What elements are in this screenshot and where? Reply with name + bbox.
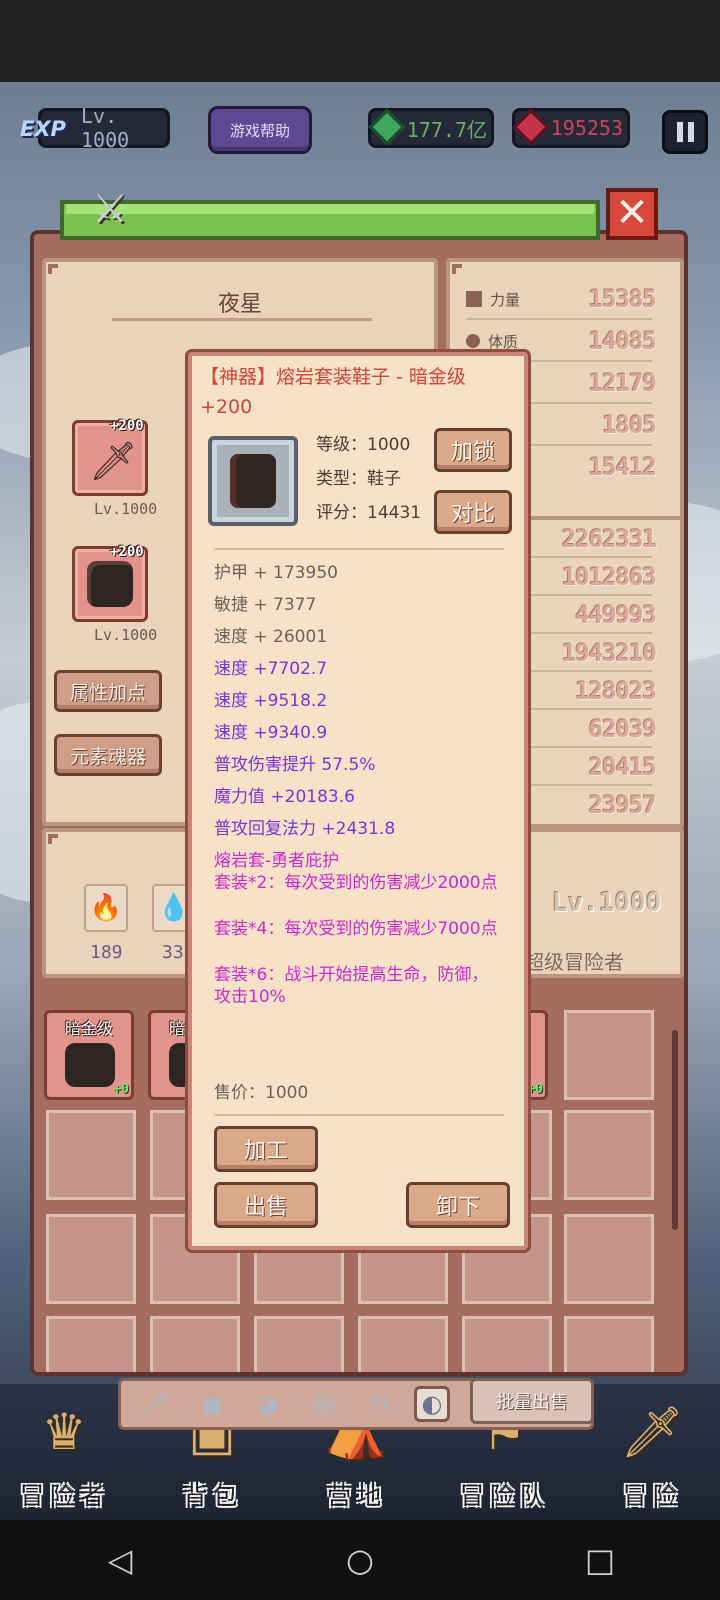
item-icon-frame — [208, 436, 298, 526]
weapon-plus-badge: +200 — [110, 418, 144, 434]
heart-icon — [466, 334, 480, 348]
water-count: 33 — [162, 942, 184, 963]
lava-boots-icon — [230, 454, 276, 508]
inventory-empty-slot[interactable] — [564, 1010, 654, 1100]
close-button[interactable]: ✕ — [606, 188, 658, 240]
inventory-scrollbar[interactable] — [672, 1030, 678, 1230]
element-soul-button[interactable]: 元素魂器 — [54, 734, 162, 776]
gloves-plus-badge: +200 — [110, 544, 144, 560]
hero-rank-title: 超级冒险者 — [524, 950, 624, 974]
weapon-level: Lv.1000 — [94, 500, 158, 518]
pants-tab-icon[interactable]: ⊓ — [362, 1386, 398, 1422]
item-level: 等级：1000 — [316, 435, 411, 455]
bonus-attr: 速度 +9340.9 — [214, 723, 328, 743]
nav-adventure[interactable]: 🗡 冒险 — [598, 1392, 708, 1520]
fire-icon[interactable]: 🔥 — [84, 884, 128, 932]
red-currency-value: 195253 — [550, 116, 623, 140]
back-icon[interactable]: ◁ — [90, 1541, 150, 1579]
craft-button[interactable]: 加工 — [214, 1126, 318, 1172]
armor-tab-icon[interactable]: ▤ — [306, 1386, 342, 1422]
exp-badge: EXP — [20, 117, 66, 141]
set-name: 熔岩套-勇者庇护 — [214, 851, 340, 871]
stat-value: 1805 — [602, 411, 657, 439]
crossed-swords-icon: ⚔ — [92, 186, 128, 232]
stat-value: 12179 — [588, 369, 657, 397]
hero-name: 夜星 — [217, 292, 262, 317]
gloves-level: Lv.1000 — [94, 626, 158, 644]
nav-label: 背包 — [183, 1482, 243, 1510]
bulk-sell-button[interactable]: 批量出售 — [470, 1378, 594, 1424]
bonus-attr: 魔力值 +20183.6 — [214, 787, 355, 807]
attr-speed: 速度 + 26001 — [214, 627, 328, 647]
stat-value: 128023 — [575, 677, 657, 705]
item-score: 评分：14431 — [316, 503, 422, 523]
crown-icon: ♛ — [41, 1403, 87, 1461]
gauntlet-icon — [87, 561, 133, 607]
bonus-attr: 普攻伤害提升 57.5% — [214, 755, 376, 775]
stat-value: 15385 — [588, 285, 657, 313]
stat-value: 1012863 — [561, 563, 657, 591]
game-screen: Lv. 1000 EXP 游戏帮助 177.7亿 195253 ⚔ ✕ 夜星 🗡… — [0, 0, 720, 1600]
stat-value: 62039 — [588, 715, 657, 743]
lock-button[interactable]: 加锁 — [434, 428, 512, 472]
system-navigation: ◁ ○ □ — [0, 1520, 720, 1600]
nav-label: 冒险队 — [460, 1482, 550, 1510]
adventure-sword-icon: 🗡 — [620, 1403, 684, 1461]
stat-value: 20415 — [588, 753, 657, 781]
item-plus: +0 — [527, 1082, 543, 1097]
item-plus: +0 — [113, 1082, 129, 1097]
set-bonus-2: 套装*2：每次受到的伤害减少2000点 — [214, 873, 498, 893]
inventory-item[interactable]: 暗金级 +0 — [44, 1010, 134, 1100]
stat-value: 2262331 — [561, 525, 657, 553]
stat-value: 1943210 — [561, 639, 657, 667]
set-bonus-4: 套装*4：每次受到的伤害减少7000点 — [214, 919, 498, 939]
stat-row-strength: 力量 15385 — [466, 282, 657, 316]
stat-label: 体质 — [488, 332, 519, 351]
sell-price: 售价：1000 — [214, 1083, 309, 1103]
panel-header-highlight — [66, 204, 594, 214]
boots-icon — [65, 1043, 115, 1087]
stat-value: 15412 — [588, 453, 657, 481]
boots-tab-icon[interactable]: ◐ — [414, 1386, 450, 1422]
hero-name-divider — [112, 318, 372, 321]
fire-count: 189 — [90, 942, 123, 963]
attr-armor: 护甲 + 173950 — [214, 563, 338, 583]
nav-adventurer[interactable]: ♛ 冒险者 — [10, 1392, 120, 1520]
unequip-button[interactable]: 卸下 — [406, 1182, 510, 1228]
green-currency-value: 177.7亿 — [406, 117, 487, 142]
sell-button[interactable]: 出售 — [214, 1182, 318, 1228]
stat-value: 449993 — [575, 601, 657, 629]
status-bar — [0, 0, 720, 82]
item-detail-popup: 【神器】熔岩套装鞋子 - 暗金级 +200 等级：1000 类型：鞋子 评分：1… — [188, 352, 528, 1250]
stat-value: 14085 — [588, 327, 657, 355]
pause-icon — [676, 122, 683, 142]
hero-rank-level: Lv.1000 — [552, 888, 662, 918]
attr-agility: 敏捷 + 7377 — [214, 595, 317, 615]
set-bonus-6: 套装*6：战斗开始提高生命，防御，攻击10% — [214, 965, 489, 1007]
bonus-attr: 普攻回复法力 +2431.8 — [214, 819, 396, 839]
item-rarity-tag: 暗金级 — [64, 1019, 113, 1038]
home-icon[interactable]: ○ — [330, 1541, 390, 1579]
helmet-tab-icon[interactable]: ◕ — [250, 1386, 286, 1422]
item-title: 【神器】熔岩套装鞋子 - 暗金级 +200 — [200, 366, 466, 418]
nav-label: 营地 — [327, 1482, 387, 1510]
attribute-points-button[interactable]: 属性加点 — [54, 670, 162, 712]
bonus-attr: 速度 +7702.7 — [214, 659, 328, 679]
nav-label: 冒险 — [623, 1482, 683, 1510]
stat-label: 力量 — [490, 290, 521, 309]
bonus-attr: 速度 +9518.2 — [214, 691, 328, 711]
recents-icon[interactable]: □ — [570, 1541, 630, 1579]
sword-tab-icon[interactable]: 🗡 — [138, 1386, 174, 1422]
item-type: 类型：鞋子 — [316, 469, 401, 489]
game-help-button[interactable]: 游戏帮助 — [208, 106, 312, 154]
shield-tab-icon[interactable]: ◼ — [194, 1386, 230, 1422]
nav-label: 冒险者 — [20, 1482, 110, 1510]
compare-button[interactable]: 对比 — [434, 490, 512, 534]
pause-button[interactable] — [662, 110, 708, 154]
strength-icon — [466, 291, 482, 307]
sword-icon: 🗡 — [89, 439, 138, 483]
stat-value: 23957 — [588, 791, 657, 819]
